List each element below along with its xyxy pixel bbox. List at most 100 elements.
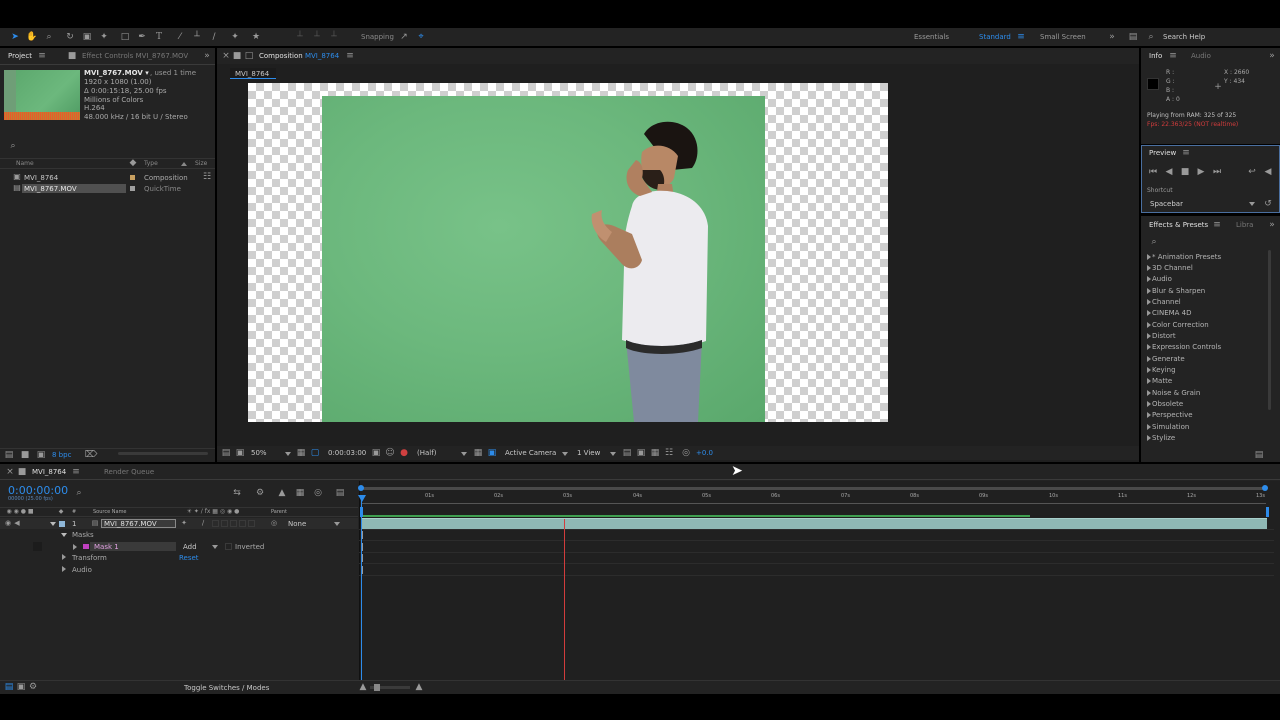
tab-render-queue[interactable]: Render Queue [104,469,154,476]
info-overflow-icon[interactable]: » [1267,51,1277,61]
selection-tool-icon[interactable]: ➤ [9,31,21,43]
first-frame-icon[interactable]: ⏮ [1148,167,1158,177]
sync-settings-icon[interactable]: ▤ [1126,31,1140,43]
shortcut-dropdown-arrow-icon[interactable] [1249,202,1255,206]
column-type[interactable]: Type [144,161,158,167]
current-time-display[interactable]: 0:00:03:00 [328,450,366,457]
workspace-overflow-icon[interactable]: » [1107,31,1117,43]
graph-editor-icon[interactable]: ▤ [334,488,346,498]
flowchart-view-icon[interactable]: ▣ [636,448,646,458]
zoom-tool-icon[interactable]: ⌕ [43,31,55,43]
channels-icon[interactable]: ● [399,448,409,458]
tab-audio[interactable]: Audio [1191,53,1211,60]
switch-box[interactable] [230,520,237,527]
stop-icon[interactable]: ■ [1180,167,1190,177]
list-item[interactable]: ▣ MVI_8764 Composition ☷ [0,172,215,183]
shy-switch-icon[interactable]: ✦ [180,519,188,528]
camera-tool-icon[interactable]: ▣ [81,31,93,43]
tab-effect-controls[interactable]: Effect Controls MVI_8767.MOV [82,53,188,60]
hand-tool-icon[interactable]: ✋ [26,31,38,43]
search-help-icon[interactable]: ⌕ [1146,31,1156,43]
expand-layer-switches-icon[interactable]: ▤ [4,682,14,692]
mask-expand-arrow-icon[interactable] [73,544,77,550]
effects-search-icon[interactable]: ⌕ [1149,237,1159,247]
effect-category-blur-sharpen[interactable]: Blur & Sharpen [1152,288,1205,295]
label-column-icon[interactable]: ◆ [128,159,138,168]
previous-frame-icon[interactable]: ◀ [1164,167,1174,177]
workspace-standard[interactable]: Standard [979,34,1011,41]
motion-blur-icon[interactable]: ◎ [312,488,324,498]
expand-arrow-icon[interactable] [1147,310,1151,316]
expand-arrow-icon[interactable] [1147,390,1151,396]
project-search-icon[interactable]: ⌕ [8,141,18,151]
list-item[interactable]: ▤ MVI_8767.MOV QuickTime [0,183,215,194]
brush-tool-icon[interactable]: ⁄ [174,31,186,43]
views-dropdown[interactable]: 1 View [577,450,600,457]
timeline-search-icon[interactable]: ⌕ [74,488,84,498]
always-preview-icon[interactable]: ▤ [221,448,231,458]
quality-switch-icon[interactable]: ∕ [199,519,207,528]
transparency-grid-icon[interactable]: ▣ [487,448,497,458]
reset-exposure-icon[interactable]: ◎ [681,448,691,458]
switch-box[interactable] [221,520,228,527]
effects-new-preset-icon[interactable]: ▤ [1254,450,1264,460]
reset-preview-icon[interactable]: ↺ [1263,199,1273,209]
expand-arrow-icon[interactable] [1147,299,1151,305]
pen-tool-icon[interactable]: ✒ [136,31,148,43]
effects-title[interactable]: Effects & Presets [1149,222,1208,229]
pick-whip-icon[interactable]: ◎ [270,519,278,528]
workspace-essentials[interactable]: Essentials [914,34,949,41]
workspace-menu-icon[interactable]: ≡ [1017,32,1025,42]
expand-arrow-icon[interactable] [1147,333,1151,339]
audio-expand-arrow-icon[interactable] [62,566,66,572]
green-screen-footage[interactable] [322,96,765,422]
layer-row[interactable]: ◉ ◀ 1 ▤ MVI_8767.MOV ✦ ∕ ◎ None [0,518,358,529]
expand-modes-icon[interactable]: ▣ [16,682,26,692]
rectangle-tool-icon[interactable]: □ [119,31,131,43]
effects-scrollbar[interactable] [1268,250,1271,410]
rotate-tool-icon[interactable]: ↻ [64,31,76,43]
parent-dropdown[interactable]: None [288,521,306,528]
effect-category-animation-presets[interactable]: * Animation Presets [1152,254,1221,261]
switch-box[interactable] [248,520,255,527]
tab-info[interactable]: Info [1149,53,1162,60]
playhead-handle[interactable] [358,495,366,502]
composition-lock-toggle-icon[interactable]: □ [245,51,254,61]
toggle-switches-modes-button[interactable]: Toggle Switches / Modes [184,685,269,692]
tab-timeline-comp[interactable]: MVI_8764 [32,469,66,476]
column-size[interactable]: Size [195,161,207,167]
work-area-bar[interactable] [362,487,1266,490]
next-frame-icon[interactable]: ▶ [1196,167,1206,177]
puppet-tool-icon[interactable]: ★ [250,31,262,43]
project-scroll-track[interactable] [118,452,208,455]
effect-category-distort[interactable]: Distort [1152,333,1176,340]
composition-menu-icon[interactable]: ≡ [346,51,354,61]
delete-icon[interactable]: ⌦ [85,450,98,460]
snapping-options-icon[interactable]: ⌖ [415,31,427,43]
timeline-start-indicator[interactable] [361,497,362,680]
column-name[interactable]: Name [16,161,34,167]
close-composition-icon[interactable]: × [222,51,230,61]
layer-duration-bar[interactable] [362,515,1267,529]
expand-arrow-icon[interactable] [1147,401,1151,407]
zoom-dropdown-arrow-icon[interactable] [285,452,291,456]
zoom-in-icon[interactable]: ▲ [413,682,425,692]
pan-behind-tool-icon[interactable]: ✦ [98,31,110,43]
last-frame-icon[interactable]: ⏭ [1212,167,1222,177]
video-visibility-icon[interactable]: ◉ [4,519,12,528]
views-dropdown-arrow-icon[interactable] [610,452,616,456]
tab-project[interactable]: Project [8,53,32,60]
effect-category-stylize[interactable]: Stylize [1152,435,1175,442]
axis-mode-2-icon[interactable]: ┴ [328,31,340,43]
mask-mode-arrow-icon[interactable] [212,545,218,549]
search-help-input[interactable]: Search Help [1163,34,1205,41]
mask-row[interactable]: Mask 1 Add Inverted [0,541,358,552]
expand-arrow-icon[interactable] [1147,265,1151,271]
composition-mini-flowchart-icon[interactable]: ⇆ [232,488,242,498]
expand-arrow-icon[interactable] [1147,435,1151,441]
masks-group[interactable]: Masks [72,532,94,539]
type-tool-icon[interactable]: T [153,31,165,43]
interpret-footage-icon[interactable]: ▤ [4,450,14,460]
time-ruler[interactable]: 01s 02s 03s 04s 05s 06s 07s 08s 09s 10s … [359,491,1274,503]
expand-arrow-icon[interactable] [1147,378,1151,384]
